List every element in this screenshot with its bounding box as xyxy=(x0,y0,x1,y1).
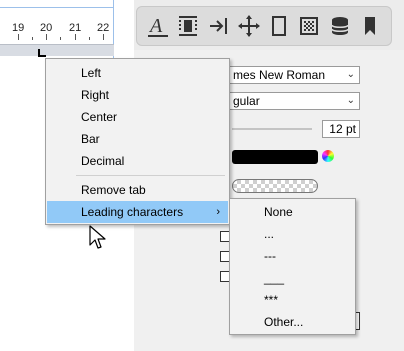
menu-item-leading-characters[interactable]: Leading characters › xyxy=(47,201,228,223)
leading-characters-submenu: None ... --- ___ *** Other... xyxy=(229,198,356,335)
ruler-number: 20 xyxy=(40,22,53,34)
vertical-align-icon[interactable] xyxy=(175,13,201,39)
menu-item-center[interactable]: Center xyxy=(47,106,228,128)
text-style-icon[interactable]: A xyxy=(145,13,171,39)
mouse-pointer-icon xyxy=(89,225,106,249)
submenu-item-none[interactable]: None xyxy=(231,201,354,223)
menu-separator xyxy=(76,175,225,176)
properties-toolbar: A xyxy=(136,6,392,46)
svg-text:A: A xyxy=(148,15,163,37)
submenu-item-underscores[interactable]: ___ xyxy=(231,267,354,289)
indent-arrow-icon[interactable] xyxy=(206,13,232,39)
ruler-tick xyxy=(46,34,47,40)
submenu-item-dots[interactable]: ... xyxy=(231,223,354,245)
menu-item-bar[interactable]: Bar xyxy=(47,128,228,150)
tab-stop-marker-icon[interactable] xyxy=(38,49,47,57)
submenu-item-asterisks[interactable]: *** xyxy=(231,289,354,311)
font-style-value: gular xyxy=(233,94,260,108)
background-color-swatch[interactable] xyxy=(232,179,318,193)
ruler-number: 19 xyxy=(12,22,25,34)
color-wheel-icon[interactable] xyxy=(322,150,334,162)
font-name-combo[interactable]: mes New Roman ⌄ xyxy=(228,66,360,84)
bookmark-icon[interactable] xyxy=(357,13,383,39)
submenu-item-dashes[interactable]: --- xyxy=(231,245,354,267)
submenu-arrow-icon: › xyxy=(216,206,220,218)
ruler-tick xyxy=(32,37,33,40)
ruler-tick xyxy=(103,34,104,40)
horizontal-ruler[interactable]: 19 20 21 22 xyxy=(0,0,114,62)
menu-item-label: Leading characters xyxy=(81,205,184,219)
database-icon[interactable] xyxy=(327,13,353,39)
chevron-down-icon: ⌄ xyxy=(346,95,355,106)
ruler-number: 21 xyxy=(69,22,82,34)
ruler-number: 22 xyxy=(97,22,110,34)
font-size-slider[interactable] xyxy=(232,128,312,130)
ruler-tick xyxy=(60,37,61,40)
menu-item-remove-tab[interactable]: Remove tab xyxy=(47,179,228,201)
font-name-value: mes New Roman xyxy=(233,68,326,82)
ruler-tick xyxy=(89,37,90,40)
ruler-tick xyxy=(18,34,19,40)
pattern-icon[interactable] xyxy=(296,13,322,39)
tab-context-menu: Left Right Center Bar Decimal Remove tab… xyxy=(45,58,230,225)
font-style-combo[interactable]: gular ⌄ xyxy=(228,92,360,110)
ruler-tab-strip[interactable] xyxy=(0,44,114,56)
screen: 19 20 21 22 A mes New Roman ⌄ gular ⌄ 12… xyxy=(0,0,404,351)
font-color-swatch[interactable] xyxy=(232,150,318,164)
page-icon[interactable] xyxy=(266,13,292,39)
menu-item-decimal[interactable]: Decimal xyxy=(47,150,228,172)
submenu-item-other[interactable]: Other... xyxy=(231,311,354,333)
menu-item-right[interactable]: Right xyxy=(47,84,228,106)
move-icon[interactable] xyxy=(236,13,262,39)
chevron-down-icon: ⌄ xyxy=(346,69,355,80)
menu-item-left[interactable]: Left xyxy=(47,62,228,84)
font-size-field[interactable]: 12 pt xyxy=(322,120,360,138)
ruler-top-border xyxy=(0,7,114,8)
ruler-tick xyxy=(75,34,76,40)
